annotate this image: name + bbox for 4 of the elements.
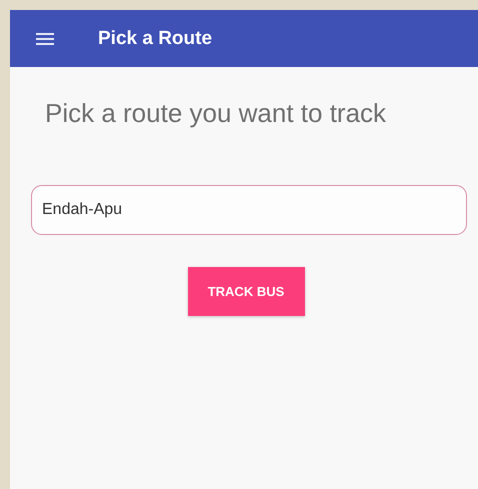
- app-bar-title: Pick a Route: [98, 28, 212, 50]
- heading: Pick a route you want to track: [44, 97, 388, 129]
- menu-icon[interactable]: [36, 32, 54, 44]
- route-field[interactable]: Endah-Apu: [31, 185, 467, 235]
